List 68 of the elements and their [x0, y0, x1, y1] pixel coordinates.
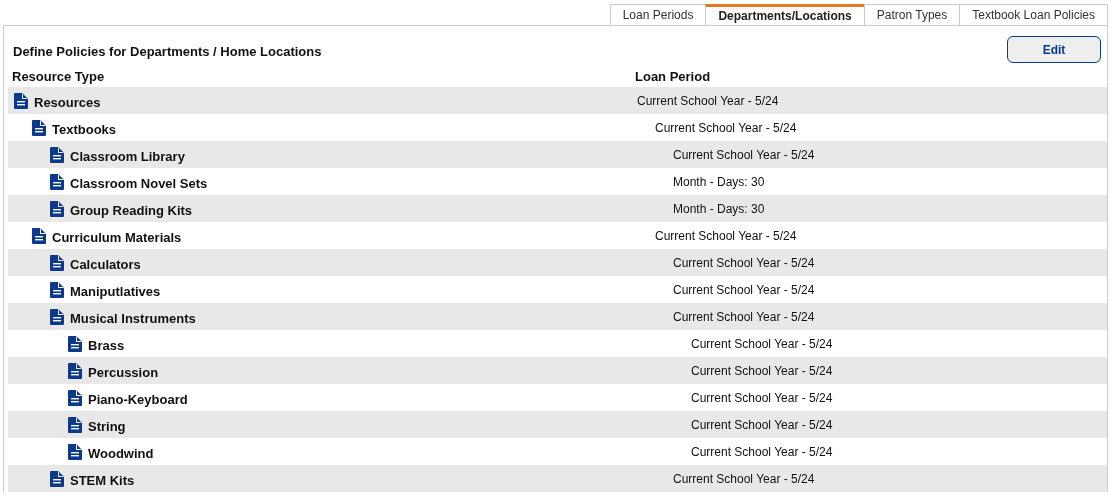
loan-period: Current School Year - 5/24: [691, 336, 833, 351]
table-row[interactable]: Piano-Keyboard Current School Year - 5/24: [8, 384, 1107, 411]
resource-name: STEM Kits: [70, 473, 135, 488]
table-row[interactable]: Curriculum Materials Current School Year - 5/24: [8, 222, 1107, 249]
resource-name: String: [88, 419, 126, 434]
table-row[interactable]: Maniputlatives Current School Year - 5/24: [8, 276, 1107, 303]
tab[interactable]: Loan Periods: [609, 4, 707, 25]
resource-name: Percussion: [88, 365, 159, 380]
resource-name: Maniputlatives: [70, 284, 161, 299]
loan-period: Current School Year - 5/24: [673, 282, 815, 297]
resource-name: Curriculum Materials: [52, 230, 182, 245]
loan-period: Current School Year - 5/24: [673, 309, 815, 324]
table-row[interactable]: Calculators Current School Year - 5/24: [8, 249, 1107, 276]
loan-period: Current School Year - 5/24: [655, 228, 797, 243]
loan-period: Current School Year - 5/24: [673, 471, 815, 486]
resource-name: Group Reading Kits: [70, 203, 193, 218]
table-row[interactable]: String Current School Year - 5/24: [8, 411, 1107, 438]
column-header: Loan Period: [635, 68, 711, 84]
document-icon: [32, 119, 46, 136]
tab[interactable]: Departments/Locations: [705, 4, 865, 25]
loan-period: Current School Year - 5/24: [691, 417, 833, 432]
loan-period: Current School Year - 5/24: [691, 390, 833, 405]
table-row[interactable]: STEM Kits Current School Year - 5/24: [8, 465, 1107, 492]
resource-name: Textbooks: [52, 122, 117, 137]
resource-name: Musical Instruments: [70, 311, 196, 326]
document-icon: [68, 362, 82, 379]
table-row[interactable]: Percussion Current School Year - 5/24: [8, 357, 1107, 384]
table-row[interactable]: Classroom Novel Sets Month - Days: 30: [8, 168, 1107, 195]
loan-period: Current School Year - 5/24: [691, 363, 833, 378]
resource-name: Woodwind: [88, 446, 154, 461]
loan-period: Current School Year - 5/24: [655, 120, 797, 135]
loan-period: Current School Year - 5/24: [673, 255, 815, 270]
table-row[interactable]: Textbooks Current School Year - 5/24: [8, 114, 1107, 141]
section-title: Define Policies for Departments / Home Locations: [13, 44, 322, 59]
table-row[interactable]: Woodwind Current School Year - 5/24: [8, 438, 1107, 465]
resource-name: Classroom Novel Sets: [70, 176, 208, 191]
document-icon: [50, 308, 64, 325]
edit-button[interactable]: Edit: [1007, 36, 1101, 63]
document-icon: [68, 443, 82, 460]
resource-name: Classroom Library: [70, 149, 185, 164]
document-icon: [50, 173, 64, 190]
loan-period: Current School Year - 5/24: [691, 444, 833, 459]
table-row[interactable]: Classroom Library Current School Year - 5/24: [8, 141, 1107, 168]
table-row[interactable]: Group Reading Kits Month - Days: 30: [8, 195, 1107, 222]
loan-period: Current School Year - 5/24: [637, 93, 779, 108]
document-icon: [50, 146, 64, 163]
loan-period: Month - Days: 30: [673, 201, 765, 216]
loan-period: Current School Year - 5/24: [673, 147, 815, 162]
document-icon: [50, 281, 64, 298]
document-icon: [14, 92, 28, 109]
document-icon: [68, 335, 82, 352]
tab[interactable]: Textbook Loan Policies: [959, 4, 1108, 25]
table-row[interactable]: Musical Instruments Current School Year - 5/24: [8, 303, 1107, 330]
resource-name: Resources: [34, 95, 101, 110]
document-icon: [32, 227, 46, 244]
document-icon: [68, 416, 82, 433]
table-row[interactable]: Resources Current School Year - 5/24: [8, 87, 1107, 114]
document-icon: [50, 254, 64, 271]
table-row[interactable]: Brass Current School Year - 5/24: [8, 330, 1107, 357]
resource-name: Calculators: [70, 257, 141, 272]
column-header: Resource Type: [11, 68, 106, 84]
resource-name: Brass: [88, 338, 125, 353]
document-icon: [68, 389, 82, 406]
loan-period: Month - Days: 30: [673, 174, 765, 189]
tab[interactable]: Patron Types: [863, 4, 961, 25]
resource-name: Piano-Keyboard: [88, 392, 188, 407]
document-icon: [50, 200, 64, 217]
document-icon: [50, 470, 64, 487]
